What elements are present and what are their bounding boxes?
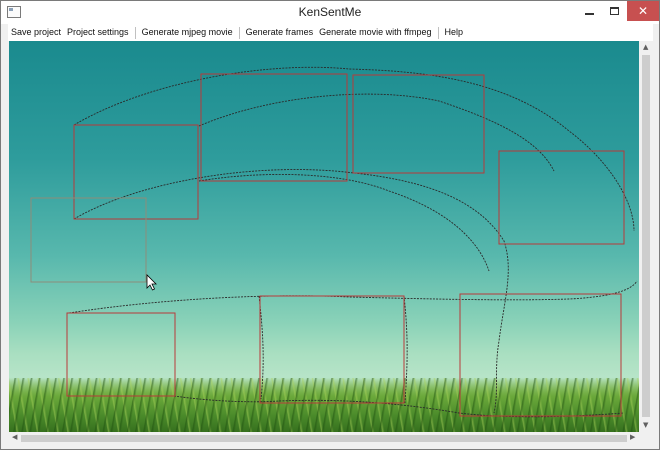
- menu-project-settings[interactable]: Project settings: [64, 24, 132, 41]
- scrollbar-corner: [639, 432, 653, 444]
- vertical-scroll-thumb[interactable]: [642, 55, 650, 417]
- keyframe-rect: [459, 293, 622, 417]
- minimize-icon: [585, 13, 594, 15]
- selected-keyframe-rect: [30, 197, 147, 283]
- keyframe-rect: [352, 74, 485, 174]
- menu-bar: Save project Project settings Generate m…: [8, 24, 653, 41]
- window-title: KenSentMe: [298, 5, 362, 19]
- minimize-button[interactable]: [577, 1, 602, 21]
- vertical-scrollbar[interactable]: ▲ ▼: [639, 41, 653, 432]
- close-button[interactable]: ✕: [627, 1, 659, 21]
- maximize-button[interactable]: [602, 1, 627, 21]
- maximize-icon: [610, 7, 619, 15]
- menu-separator: [238, 26, 240, 39]
- menu-generate-frames[interactable]: Generate frames: [243, 24, 317, 41]
- keyframe-rect: [73, 124, 199, 220]
- menu-help[interactable]: Help: [442, 24, 467, 41]
- camera-path: [73, 169, 509, 414]
- horizontal-scrollbar[interactable]: ◀ ▶: [9, 432, 639, 444]
- camera-path: [68, 280, 638, 314]
- arrow-cursor-icon: [146, 274, 157, 291]
- scroll-right-icon[interactable]: ▶: [630, 434, 635, 441]
- menu-save-project[interactable]: Save project: [8, 24, 64, 41]
- scroll-left-icon[interactable]: ◀: [12, 434, 17, 441]
- camera-path: [173, 395, 625, 418]
- keyframe-rect: [259, 295, 405, 404]
- menu-separator: [437, 26, 439, 39]
- camera-path: [73, 66, 635, 232]
- menu-generate-movie-ffmpeg[interactable]: Generate movie with ffmpeg: [316, 24, 434, 41]
- close-icon: ✕: [637, 4, 649, 18]
- app-window: KenSentMe ✕ Save project Project setting…: [0, 0, 660, 450]
- horizontal-scroll-thumb[interactable]: [21, 435, 627, 442]
- title-bar[interactable]: KenSentMe ✕: [1, 1, 659, 24]
- keyframe-rect: [200, 73, 348, 182]
- camera-path: [198, 93, 555, 172]
- menu-separator: [134, 26, 136, 39]
- image-canvas[interactable]: [9, 41, 639, 432]
- scroll-up-icon[interactable]: ▲: [643, 44, 648, 51]
- camera-path: [198, 173, 490, 272]
- menu-generate-mjpeg-movie[interactable]: Generate mjpeg movie: [139, 24, 236, 41]
- scroll-down-icon[interactable]: ▼: [643, 422, 648, 429]
- keyframe-rect: [66, 312, 176, 397]
- keyframe-overlay: [30, 66, 638, 418]
